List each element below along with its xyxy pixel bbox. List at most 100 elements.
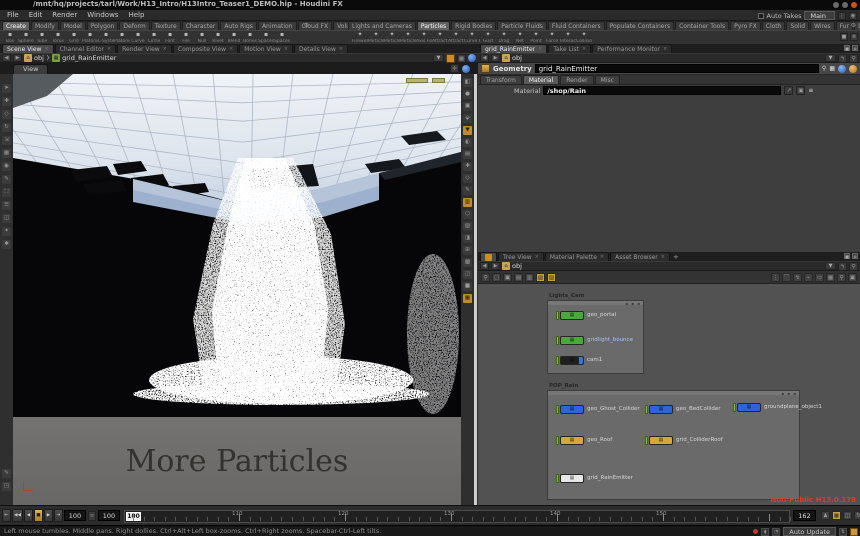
timeline[interactable]: 100 110120130140150 xyxy=(124,510,790,523)
viewport-display-icon[interactable]: ▤ xyxy=(463,150,472,159)
close-icon[interactable]: × xyxy=(663,46,667,52)
breadcrumb-obj[interactable]: obj xyxy=(512,54,522,62)
shelf-tool[interactable]: ▪ L-System xyxy=(98,31,114,44)
transport-button[interactable]: ◀◀ xyxy=(12,509,23,522)
shelf-tab[interactable]: Solid xyxy=(786,21,809,30)
close-icon[interactable]: × xyxy=(107,46,111,52)
viewport-tool-icon[interactable]: ✎ xyxy=(2,175,11,184)
transport-button[interactable]: ◀ xyxy=(24,509,33,522)
shelf-tool[interactable]: ▪ Sphere xyxy=(18,31,34,44)
root-icon[interactable]: ⌂ xyxy=(502,262,510,270)
shelf-tab[interactable]: Cloth xyxy=(762,21,786,30)
close-icon[interactable]: × xyxy=(163,46,167,52)
viewport-tool-icon[interactable]: ↻ xyxy=(2,123,11,132)
network-tool-icon[interactable]: ▣ xyxy=(848,273,857,282)
network-node[interactable]: ▦ geo_BedCollider xyxy=(645,404,721,414)
forward-icon[interactable]: ▶ xyxy=(491,262,500,270)
open-chooser-icon[interactable]: ↗ xyxy=(784,86,793,95)
playbar-option-icon[interactable]: ♟ xyxy=(821,511,830,520)
network-node[interactable]: ▦ groundplane_object1 xyxy=(733,402,822,412)
update-flag-icon[interactable] xyxy=(850,528,858,536)
pane-tab[interactable] xyxy=(480,252,497,261)
viewport-display-icon[interactable]: ◐ xyxy=(463,138,472,147)
shelf-tool[interactable]: ▪ Font xyxy=(162,31,178,44)
display-flag-icon[interactable] xyxy=(556,311,559,320)
close-icon[interactable]: × xyxy=(582,46,586,52)
transport-button[interactable]: ⇤ xyxy=(2,509,11,522)
shelf-tool[interactable]: ✦ Collision D xyxy=(576,31,592,44)
viewport-display-icon[interactable]: ◧ xyxy=(463,78,472,87)
box-minimize-icon[interactable]: ▪ ▪ ▪ xyxy=(625,301,641,306)
view-tab[interactable]: View xyxy=(13,64,48,74)
search-icon[interactable]: ⚲ xyxy=(849,54,858,63)
shelf-tool[interactable]: ▪ Curve xyxy=(130,31,146,44)
auto-takes-checkbox[interactable] xyxy=(758,13,764,19)
viewport-display-icon[interactable]: ⬡ xyxy=(463,210,472,219)
message-icon[interactable]: ◖ xyxy=(761,528,769,536)
pane-tab[interactable]: grid_RainEmitter × xyxy=(480,44,547,53)
menu-item[interactable]: File xyxy=(2,10,24,20)
transport-button[interactable]: ■ xyxy=(34,509,43,522)
shelf-tab[interactable]: Lights and Cameras xyxy=(348,21,416,30)
pane-tab[interactable]: Details View × xyxy=(294,44,348,53)
viewport-display-icon[interactable]: ▦ xyxy=(463,294,472,303)
parameter-tab[interactable]: Render xyxy=(560,75,593,84)
pane-tab[interactable]: Material Palette × xyxy=(545,252,609,261)
display-flag-icon[interactable] xyxy=(645,405,648,414)
pane-tab[interactable]: Asset Browser × xyxy=(610,252,670,261)
close-icon[interactable]: × xyxy=(284,46,288,52)
shelf-tool[interactable]: ✦ Gust xyxy=(480,31,496,44)
box-minimize-icon[interactable]: ▪ ▪ ▪ xyxy=(781,391,797,396)
back-icon[interactable]: ◀ xyxy=(480,262,489,270)
pane-tab[interactable]: Tree View × xyxy=(498,252,544,261)
node-type-icon[interactable]: ▦ xyxy=(649,405,673,414)
pane-tab[interactable]: Motion View × xyxy=(239,44,293,53)
close-icon[interactable]: × xyxy=(600,254,604,260)
transport-button[interactable]: ⇥ xyxy=(54,509,63,522)
help-sphere-icon[interactable] xyxy=(462,65,470,73)
shelf-tab[interactable]: Polygon xyxy=(87,21,119,30)
shelf-tool[interactable]: ✦ Fireworks xyxy=(352,31,368,44)
shelf-tab[interactable]: Auto Rigs xyxy=(220,21,257,30)
back-icon[interactable]: ◀ xyxy=(480,54,489,62)
shelf-window-icon[interactable]: ■ xyxy=(840,33,848,41)
playbar-option-icon[interactable]: ↻ xyxy=(854,511,860,520)
network-tool-icon[interactable]: ⋮ xyxy=(771,273,780,282)
shelf-tab[interactable]: Deform xyxy=(119,21,149,30)
viewport-tool-icon[interactable]: ☰ xyxy=(2,201,11,210)
help-sphere-icon[interactable] xyxy=(849,65,857,73)
shelf-tool[interactable]: ✦ Interact xyxy=(560,31,576,44)
shelf-tool[interactable]: ✦ Curve For xyxy=(464,31,480,44)
pane-splitter[interactable] xyxy=(474,74,477,505)
viewport-tool-icon[interactable]: ◇ xyxy=(2,110,11,119)
frame-field[interactable]: 100 xyxy=(98,510,120,521)
gallery-icon[interactable]: ▦ xyxy=(829,65,835,72)
node-type-icon[interactable]: ▦ xyxy=(649,436,673,445)
hud-chip-icon[interactable] xyxy=(432,78,445,83)
viewport-display-icon[interactable]: ⊞ xyxy=(463,246,472,255)
shelf-tool[interactable]: ✦ Particles f xyxy=(368,31,384,44)
viewport-display-icon[interactable]: ▥ xyxy=(463,198,472,207)
maximize-icon[interactable] xyxy=(842,2,848,8)
viewport-display-icon[interactable]: ▩ xyxy=(463,258,472,267)
network-tool-icon[interactable]: ▥ xyxy=(525,273,534,282)
menu-item[interactable]: Help xyxy=(123,10,149,20)
window-titlebar[interactable]: /mnt/hq/projects/tarl/Work/H13_Intro/H13… xyxy=(0,0,860,10)
undo-icon[interactable]: ↰ xyxy=(838,54,847,63)
shelf-tool[interactable]: ▪ Rivet xyxy=(210,31,226,44)
material-path-field[interactable]: /shop/Rain xyxy=(543,86,781,95)
pane-tab[interactable]: Composite View × xyxy=(173,44,238,53)
pane-tab[interactable]: Scene View × xyxy=(2,44,54,53)
node-type-icon[interactable]: ▦ xyxy=(560,311,584,320)
viewport-display-icon[interactable]: ◫ xyxy=(463,270,472,279)
shelf-tool[interactable]: ▪ Tube xyxy=(34,31,50,44)
shelf-tool[interactable]: ▪ Blend xyxy=(226,31,242,44)
network-node[interactable]: ▦ grid_RainEmitter xyxy=(556,473,633,483)
network-tool-icon[interactable]: ▨ xyxy=(547,273,556,282)
shelf-tab[interactable]: Particle Fluids xyxy=(497,21,547,30)
shelf-tool[interactable]: ▪ Spaceshi xyxy=(258,31,274,44)
viewport-tool-icon[interactable]: ✦ xyxy=(2,227,11,236)
viewport-tool-icon[interactable]: ✱ xyxy=(2,240,11,249)
viewport-display-icon[interactable]: ✎ xyxy=(463,186,472,195)
menu-item[interactable]: Edit xyxy=(24,10,48,20)
